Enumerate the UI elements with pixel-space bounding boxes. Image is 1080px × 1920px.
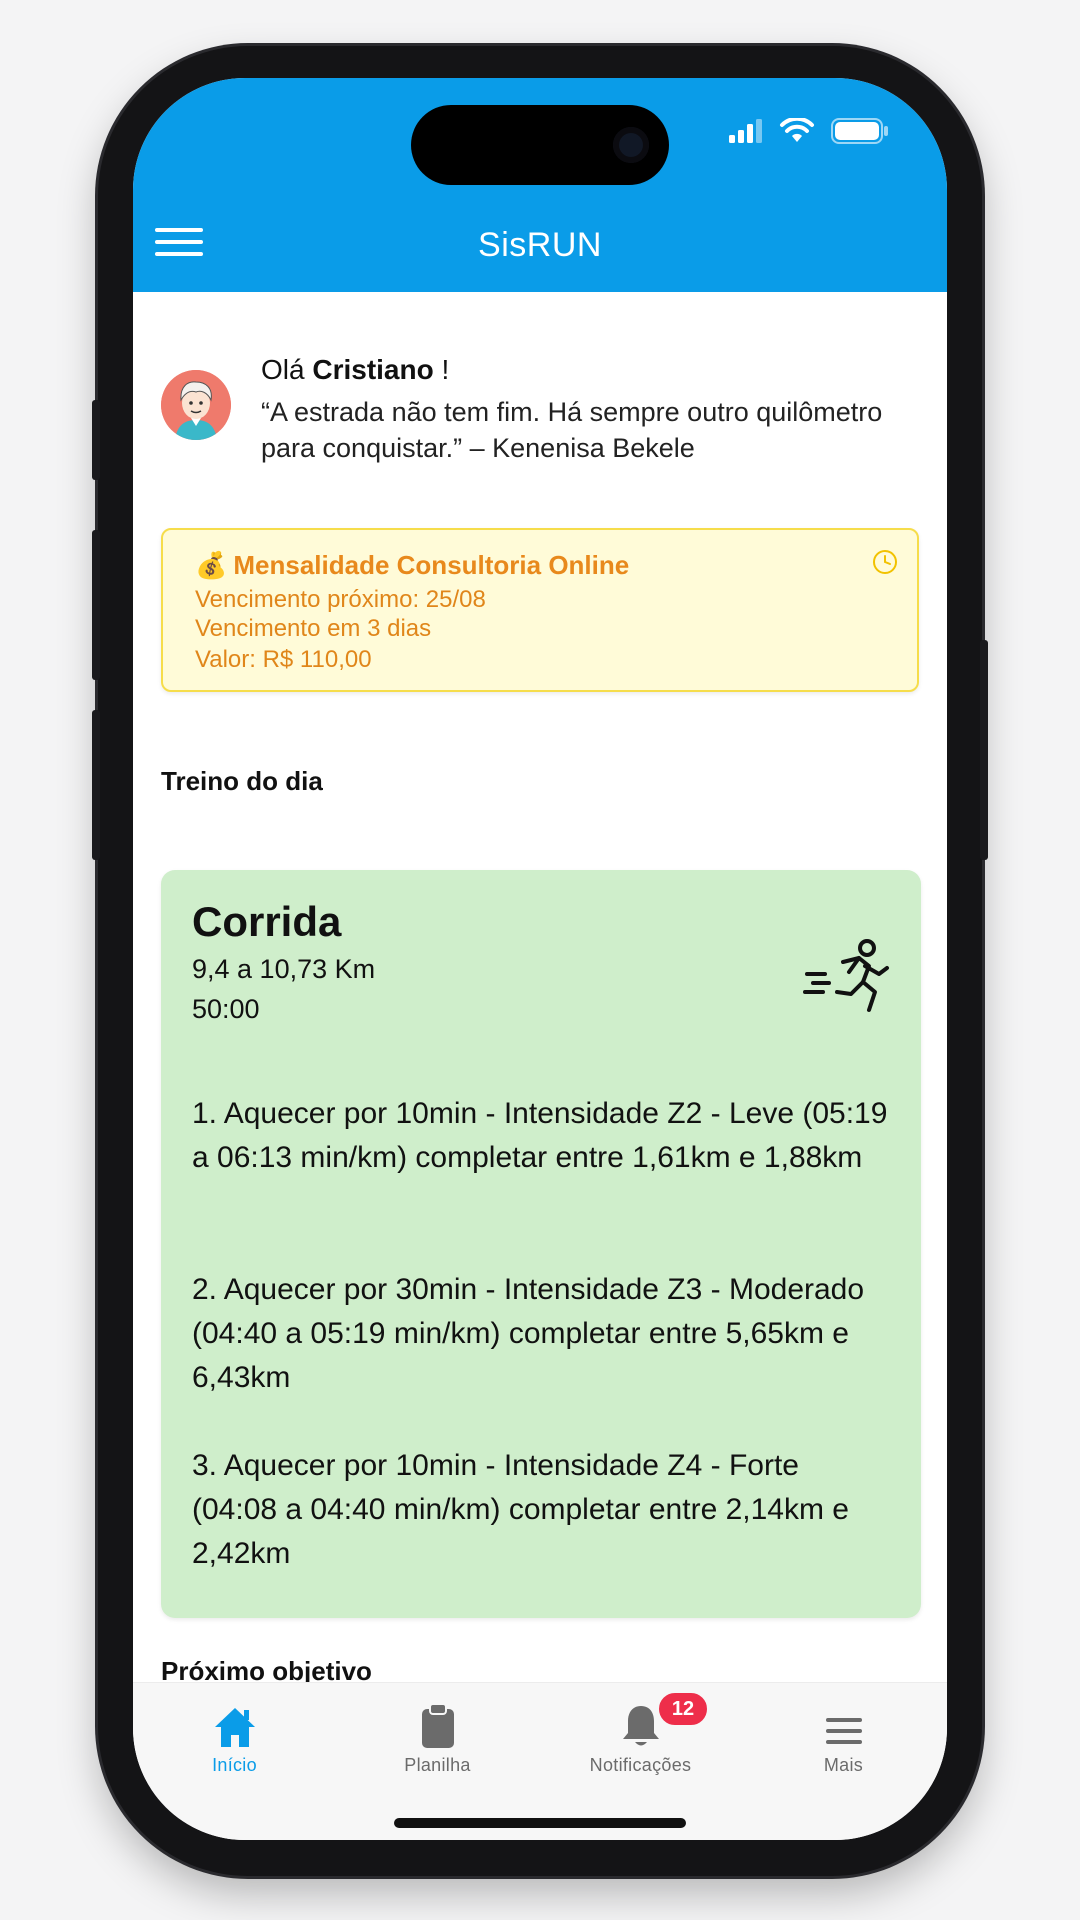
notification-badge: 12 [657, 1691, 709, 1727]
runner-icon [803, 939, 889, 1012]
bottom-tab-bar: Início Planilha 12 Notificações Mais [133, 1682, 947, 1840]
menu-line [155, 228, 203, 232]
workout-distance: 9,4 a 10,73 Km [192, 954, 376, 984]
clipboard-icon [421, 1703, 454, 1748]
workout-step: 1. Aquecer por 10min - Intensidade Z2 - … [192, 1097, 888, 1174]
tab-mais[interactable]: Mais [742, 1697, 945, 1776]
tab-planilha[interactable]: Planilha [336, 1697, 539, 1776]
status-icons [729, 118, 889, 144]
motivational-quote: “A estrada não tem fim. Há sempre outro … [261, 397, 883, 463]
tab-notificacoes[interactable]: 12 Notificações [539, 1691, 742, 1776]
signal-icon [729, 119, 762, 143]
battery-icon [831, 118, 888, 144]
user-name: Cristiano [312, 354, 434, 385]
tab-label: Mais [823, 1755, 864, 1775]
side-button-power [980, 640, 988, 860]
hamburger-menu-button[interactable] [155, 220, 205, 264]
clock-icon [873, 550, 897, 574]
workout-step: 3. Aquecer por 10min - Intensidade Z4 - … [192, 1449, 849, 1570]
payment-alert-title: Mensalidade Consultoria Online [233, 550, 630, 580]
app-bar: SisRUN [133, 198, 947, 292]
tab-label: Notificações [589, 1755, 692, 1775]
payment-due-in: Vencimento em 3 dias [195, 615, 432, 642]
home-indicator[interactable] [394, 1818, 686, 1828]
bell-icon [622, 1706, 659, 1746]
side-button-volume-up [92, 530, 100, 680]
tab-label: Planilha [404, 1755, 471, 1775]
side-button-silent [92, 400, 100, 480]
menu-icon [825, 1718, 862, 1744]
wifi-icon [780, 118, 814, 142]
money-bag-icon: 💰 [195, 550, 228, 580]
payment-alert-card[interactable]: 💰 Mensalidade Consultoria Online Vencime… [161, 528, 919, 692]
greeting-suffix: ! [433, 354, 450, 385]
menu-line [155, 240, 203, 244]
workout-card[interactable]: Corrida 9,4 a 10,73 Km 50:00 1. Aquecer … [161, 870, 921, 1618]
camera-icon [613, 127, 649, 163]
avatar[interactable] [161, 370, 231, 440]
app-title: SisRUN [478, 225, 602, 264]
app-screen: SisRUN Olá Cristiano ! “A estrada não te… [133, 78, 947, 1840]
payment-amount: Valor: R$ 110,00 [195, 646, 372, 673]
payment-alert-title-row: 💰 Mensalidade Consultoria Online [195, 550, 629, 581]
tab-label: Início [212, 1755, 257, 1775]
home-icon [214, 1708, 255, 1747]
payment-due-next: Vencimento próximo: 25/08 [195, 586, 486, 613]
menu-line [155, 252, 203, 256]
greeting-prefix: Olá [261, 354, 313, 385]
workout-step: 2. Aquecer por 30min - Intensidade Z3 - … [192, 1273, 865, 1394]
workout-duration: 50:00 [192, 994, 260, 1024]
dynamic-island [411, 105, 669, 185]
side-button-volume-down [92, 710, 100, 860]
workout-type: Corrida [192, 898, 342, 945]
greeting-hello: Olá Cristiano ! [261, 354, 449, 386]
status-bar [133, 78, 947, 198]
avatar-illustration-icon [161, 370, 231, 440]
workout-section-title: Treino do dia [161, 766, 323, 796]
tab-inicio[interactable]: Início [133, 1697, 336, 1776]
